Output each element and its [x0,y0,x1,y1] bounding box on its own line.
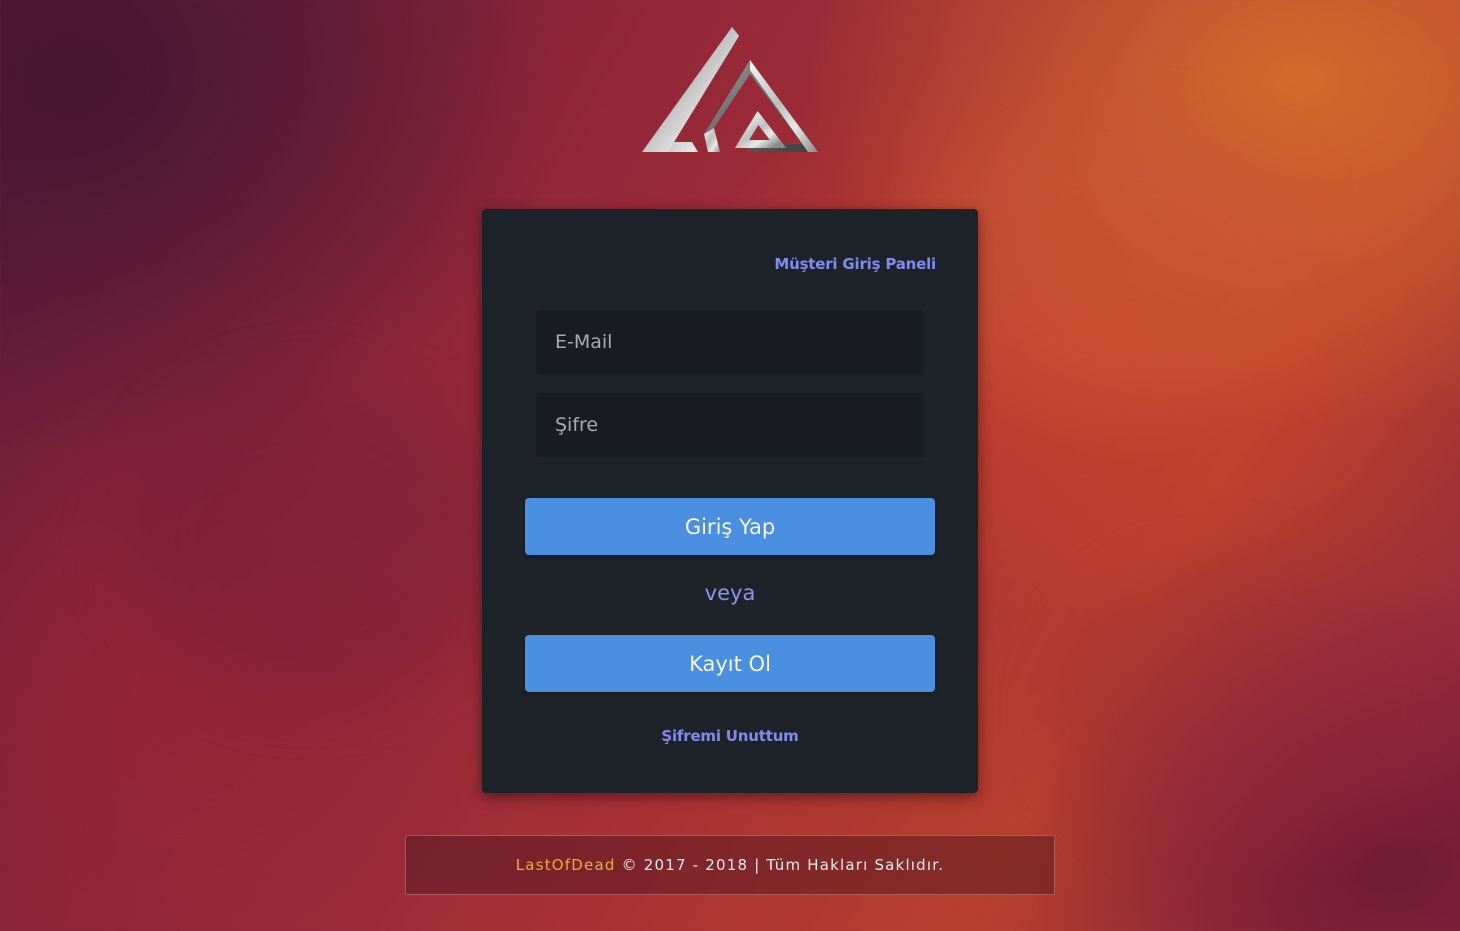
password-placeholder: Şifre [555,414,599,436]
triangle-logo-icon [642,27,818,152]
login-panel: Müşteri Giriş Paneli E-Mail Şifre Giriş … [482,209,978,793]
background-shape [1050,560,1460,860]
email-placeholder: E-Mail [555,331,613,353]
or-separator: veya [704,581,756,605]
email-input[interactable]: E-Mail [536,310,924,374]
password-input[interactable]: Şifre [536,393,924,457]
panel-title: Müşteri Giriş Paneli [774,255,936,273]
forgot-password-link[interactable]: Şifremi Unuttum [482,727,978,745]
footer-copyright: © 2017 - 2018 | Tüm Hakları Saklıdır. [621,856,945,874]
login-button[interactable]: Giriş Yap [525,498,935,555]
background-shape [120,380,500,700]
register-button[interactable]: Kayıt Ol [525,635,935,692]
footer-brand: LastOfDead [515,856,616,874]
footer: LastOfDead © 2017 - 2018 | Tüm Hakları S… [405,835,1055,895]
